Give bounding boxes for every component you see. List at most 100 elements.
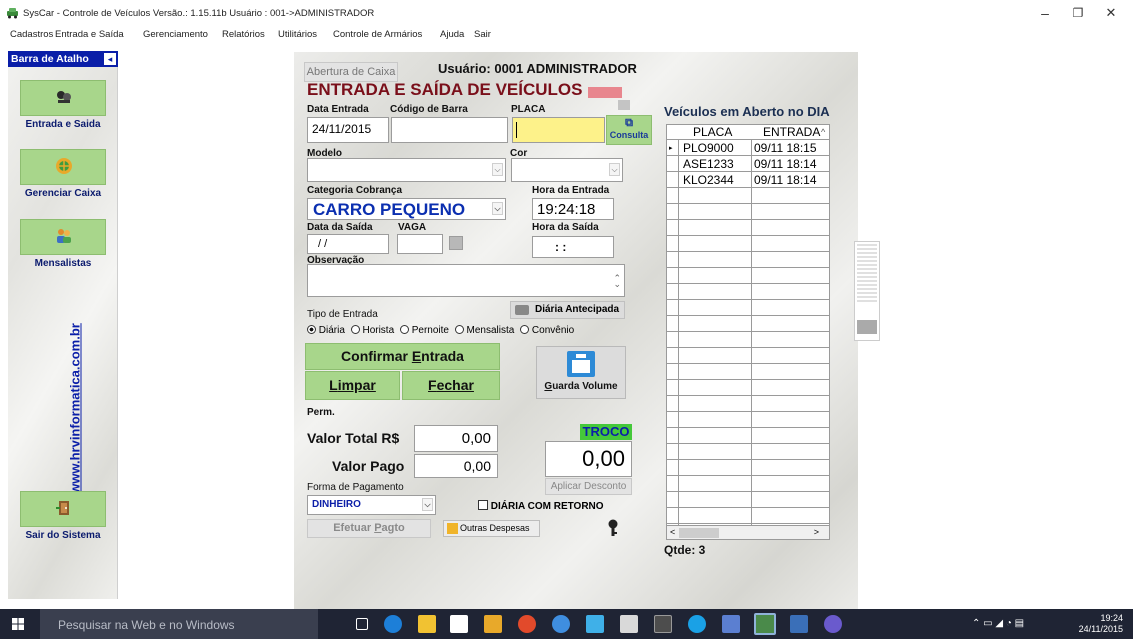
cor-select[interactable]: ⌵ xyxy=(511,158,623,182)
menu-gerenciamento[interactable]: Gerenciamento xyxy=(143,29,208,40)
data-entrada-field[interactable]: 24/11/2015 xyxy=(307,117,389,143)
table-row-empty[interactable] xyxy=(667,477,829,492)
app-icon[interactable] xyxy=(484,615,502,633)
table-row-empty[interactable] xyxy=(667,365,829,380)
taskbar-search-placeholder[interactable]: Pesquisar na Web e no Windows xyxy=(58,618,235,632)
hora-saida-field[interactable]: : : xyxy=(532,236,614,258)
valor-total-field[interactable]: 0,00 xyxy=(414,425,498,452)
data-saida-field[interactable]: / / xyxy=(307,234,389,254)
sidebar-item-mensalistas[interactable]: Mensalistas xyxy=(8,219,118,269)
codigo-barra-field[interactable] xyxy=(391,117,508,143)
menu-utilitarios[interactable]: Utilitários xyxy=(278,29,317,40)
system-tray-icons[interactable]: ⌃ ▭ ◢ ◔ ▤ xyxy=(972,618,1024,629)
horizontal-scrollbar[interactable]: < > xyxy=(667,525,829,539)
chrome-icon[interactable] xyxy=(518,615,536,633)
sidebar-item-sair[interactable]: Sair do Sistema xyxy=(8,491,118,541)
radio-pernoite[interactable]: Pernoite xyxy=(399,325,449,336)
vaga-toggle[interactable] xyxy=(449,236,463,250)
sidebar-item-entrada-saida[interactable]: Entrada e Saida xyxy=(8,80,118,130)
calculator-icon[interactable] xyxy=(620,615,638,633)
table-row-empty[interactable] xyxy=(667,493,829,508)
hora-entrada-field[interactable]: 19:24:18 xyxy=(532,198,614,220)
table-row-empty[interactable] xyxy=(667,253,829,268)
vaga-field[interactable] xyxy=(397,234,443,254)
table-row-empty[interactable] xyxy=(667,413,829,428)
table-row-empty[interactable] xyxy=(667,285,829,300)
radio-horista[interactable]: Horista xyxy=(350,325,394,336)
app-icon[interactable] xyxy=(824,615,842,633)
table-row-empty[interactable] xyxy=(667,429,829,444)
placa-field[interactable] xyxy=(512,117,605,143)
chevron-down-icon[interactable]: ⌵ xyxy=(422,498,433,511)
menu-controle-armarios[interactable]: Controle de Armários xyxy=(333,29,422,40)
radio-convenio[interactable]: Convênio xyxy=(520,325,574,336)
minimize-button[interactable]: – xyxy=(1030,4,1060,22)
sidebar-item-gerenciar-caixa[interactable]: Gerenciar Caixa xyxy=(8,149,118,199)
window-thumbnail[interactable] xyxy=(854,241,880,341)
modelo-select[interactable]: ⌵ xyxy=(307,158,506,182)
scroll-up-icon[interactable]: ^ xyxy=(819,125,825,140)
categoria-select[interactable]: CARRO PEQUENO ⌵ xyxy=(307,198,506,220)
task-view-icon[interactable] xyxy=(356,618,368,630)
table-row[interactable]: ASE1233 09/11 18:14 xyxy=(667,157,829,172)
radio-mensalista[interactable]: Mensalista xyxy=(454,325,514,336)
efetuar-pagto-button[interactable]: Efetuar Pagto xyxy=(307,519,431,538)
close-button[interactable]: ✕ xyxy=(1096,4,1126,22)
scroll-thumb[interactable] xyxy=(679,528,719,538)
fechar-button[interactable]: Fechar xyxy=(402,371,500,400)
diaria-retorno-checkbox[interactable]: DIÁRIA COM RETORNO xyxy=(478,500,604,512)
internet-explorer-icon[interactable] xyxy=(552,615,570,633)
table-row-empty[interactable] xyxy=(667,397,829,412)
table-row-empty[interactable] xyxy=(667,461,829,476)
aplicar-desconto-button[interactable]: Aplicar Desconto xyxy=(545,478,632,495)
checkbox-box[interactable] xyxy=(478,500,488,510)
table-row-empty[interactable] xyxy=(667,509,829,524)
chevron-down-icon[interactable]: ⌵ xyxy=(492,202,503,215)
file-explorer-icon[interactable] xyxy=(418,615,436,633)
table-row-empty[interactable] xyxy=(667,189,829,204)
forma-pagamento-select[interactable]: DINHEIRO ⌵ xyxy=(307,495,436,515)
syscar-taskbar-icon[interactable] xyxy=(754,613,776,635)
menu-sair[interactable]: Sair xyxy=(474,29,491,40)
table-row-empty[interactable] xyxy=(667,269,829,284)
scroll-left-icon[interactable]: < xyxy=(670,527,675,537)
scroll-right-icon[interactable]: > xyxy=(814,527,819,537)
restore-button[interactable]: ❐ xyxy=(1063,4,1093,22)
column-header-entrada[interactable]: ENTRADA xyxy=(761,125,820,140)
key-icon[interactable] xyxy=(606,519,620,537)
confirmar-entrada-button[interactable]: Confirmar Entrada xyxy=(305,343,500,370)
chevron-down-icon[interactable]: ⌵ xyxy=(492,163,503,176)
table-row[interactable]: ▸ PLO9000 09/11 18:15 xyxy=(667,141,829,156)
menu-entrada-saida[interactable]: Entrada e Saída xyxy=(55,29,124,40)
chevron-down-icon[interactable]: ⌵ xyxy=(609,163,620,176)
consulta-button[interactable]: ⧉ Consulta xyxy=(606,115,652,145)
skype-icon[interactable] xyxy=(688,615,706,633)
table-row-empty[interactable] xyxy=(667,349,829,364)
tray-clock[interactable]: 19:24 24/11/2015 xyxy=(1079,613,1123,635)
limpar-button[interactable]: Limpar xyxy=(305,371,400,400)
menu-cadastros[interactable]: Cadastros xyxy=(10,29,53,40)
terminal-icon[interactable] xyxy=(654,615,672,633)
table-row-empty[interactable] xyxy=(667,301,829,316)
outras-despesas-button[interactable]: Outras Despesas xyxy=(443,520,540,537)
table-row-empty[interactable] xyxy=(667,445,829,460)
sidebar-collapse-button[interactable]: ◂ xyxy=(104,53,116,65)
guarda-volume-button[interactable]: Guarda Volume xyxy=(536,346,626,399)
website-url-text[interactable]: www.hrvinformatica.com.br xyxy=(68,294,83,524)
store-icon[interactable] xyxy=(450,615,468,633)
scroll-down-icon[interactable]: ⌄ xyxy=(613,273,621,295)
table-row-empty[interactable] xyxy=(667,221,829,236)
edge-browser-icon[interactable] xyxy=(384,615,402,633)
table-row-empty[interactable] xyxy=(667,205,829,220)
table-row-empty[interactable] xyxy=(667,381,829,396)
diaria-antecipada-button[interactable]: Diária Antecipada xyxy=(510,301,625,319)
veiculos-table[interactable]: PLACA ENTRADA ^ ▸ PLO9000 09/11 18:15 AS… xyxy=(666,124,830,540)
table-row-empty[interactable] xyxy=(667,237,829,252)
table-row-empty[interactable] xyxy=(667,333,829,348)
observacao-textarea[interactable]: ⌃ ⌄ xyxy=(307,264,625,297)
app-icon[interactable] xyxy=(586,615,604,633)
app-icon[interactable] xyxy=(790,615,808,633)
valor-pago-field[interactable]: 0,00 xyxy=(414,454,498,478)
menu-relatorios[interactable]: Relatórios xyxy=(222,29,265,40)
app-icon[interactable] xyxy=(722,615,740,633)
